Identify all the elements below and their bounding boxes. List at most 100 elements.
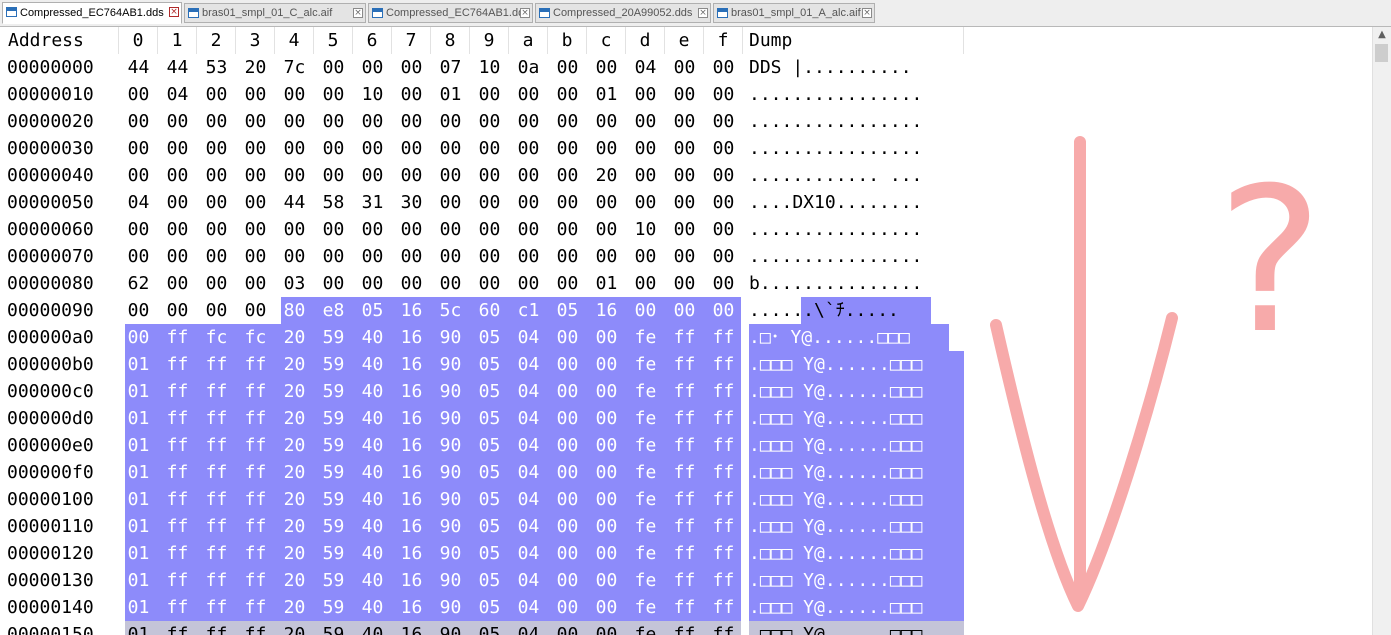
byte-cell[interactable]: 00 xyxy=(197,135,236,162)
byte-cell[interactable]: 00 xyxy=(548,594,587,621)
byte-cell[interactable]: 00 xyxy=(197,243,236,270)
byte-cell[interactable]: 90 xyxy=(431,567,470,594)
byte-cell[interactable]: ff xyxy=(236,621,275,635)
byte-cell[interactable]: 00 xyxy=(548,405,587,432)
byte-cell[interactable]: 20 xyxy=(587,162,626,189)
byte-cell[interactable]: 59 xyxy=(314,486,353,513)
byte-cell[interactable]: 00 xyxy=(236,216,275,243)
byte-cell[interactable]: 00 xyxy=(236,270,275,297)
byte-cell[interactable]: 16 xyxy=(392,324,431,351)
byte-cell[interactable]: 00 xyxy=(548,486,587,513)
ascii-dump[interactable]: DDS |.......... xyxy=(749,54,964,81)
byte-cell[interactable]: 00 xyxy=(665,135,704,162)
byte-cell[interactable]: 00 xyxy=(158,216,197,243)
byte-cell[interactable]: 62 xyxy=(119,270,158,297)
byte-cell[interactable]: 00 xyxy=(704,297,743,324)
byte-cell[interactable]: ff xyxy=(665,513,704,540)
byte-cell[interactable]: 59 xyxy=(314,405,353,432)
byte-cell[interactable]: 53 xyxy=(197,54,236,81)
byte-cell[interactable]: 00 xyxy=(314,162,353,189)
byte-cell[interactable]: 00 xyxy=(665,243,704,270)
byte-cell[interactable]: fe xyxy=(626,459,665,486)
byte-cell[interactable]: ff xyxy=(236,513,275,540)
byte-cell[interactable]: 20 xyxy=(275,432,314,459)
byte-cell[interactable]: 00 xyxy=(431,108,470,135)
ascii-dump[interactable]: .□･ Y@......□□□ xyxy=(749,324,964,351)
byte-cell[interactable]: 16 xyxy=(392,540,431,567)
byte-cell[interactable]: 00 xyxy=(587,189,626,216)
tab-3[interactable]: Compressed_EC764AB1.dds × xyxy=(368,3,533,23)
byte-cell[interactable]: 00 xyxy=(509,81,548,108)
byte-cell[interactable]: 04 xyxy=(509,621,548,635)
byte-cell[interactable]: 20 xyxy=(275,513,314,540)
byte-cell[interactable]: 00 xyxy=(548,189,587,216)
byte-cell[interactable]: 00 xyxy=(626,81,665,108)
ascii-dump[interactable]: .□□□ Y@......□□□ xyxy=(749,594,964,621)
byte-cell[interactable]: 00 xyxy=(587,351,626,378)
byte-cell[interactable]: ff xyxy=(665,351,704,378)
byte-cell[interactable]: 40 xyxy=(353,540,392,567)
byte-cell[interactable]: 00 xyxy=(665,81,704,108)
byte-cell[interactable]: 20 xyxy=(275,486,314,513)
byte-cell[interactable]: 44 xyxy=(275,189,314,216)
byte-cell[interactable]: 00 xyxy=(470,270,509,297)
byte-cell[interactable]: 90 xyxy=(431,594,470,621)
ascii-dump[interactable]: .□□□ Y@......□□□ xyxy=(749,621,964,635)
byte-cell[interactable]: 00 xyxy=(509,243,548,270)
byte-cell[interactable]: 00 xyxy=(158,162,197,189)
byte-cell[interactable]: 00 xyxy=(509,108,548,135)
byte-cell[interactable]: 20 xyxy=(275,351,314,378)
byte-cell[interactable]: ff xyxy=(197,405,236,432)
byte-cell[interactable]: 00 xyxy=(548,162,587,189)
byte-cell[interactable]: 20 xyxy=(275,459,314,486)
byte-cell[interactable]: 00 xyxy=(548,621,587,635)
byte-cell[interactable]: 00 xyxy=(587,513,626,540)
byte-cell[interactable]: e8 xyxy=(314,297,353,324)
ascii-dump[interactable]: ................ xyxy=(749,243,964,270)
byte-cell[interactable]: 00 xyxy=(314,81,353,108)
byte-cell[interactable]: 00 xyxy=(626,270,665,297)
byte-cell[interactable]: 00 xyxy=(470,243,509,270)
byte-cell[interactable]: 00 xyxy=(470,162,509,189)
byte-cell[interactable]: ff xyxy=(704,432,743,459)
byte-cell[interactable]: 10 xyxy=(470,54,509,81)
byte-cell[interactable]: 00 xyxy=(392,108,431,135)
byte-cell[interactable]: 40 xyxy=(353,513,392,540)
byte-cell[interactable]: 59 xyxy=(314,513,353,540)
byte-cell[interactable]: 01 xyxy=(587,270,626,297)
byte-cell[interactable]: fe xyxy=(626,432,665,459)
byte-cell[interactable]: 00 xyxy=(470,135,509,162)
byte-cell[interactable]: 40 xyxy=(353,432,392,459)
byte-cell[interactable]: 00 xyxy=(158,243,197,270)
byte-cell[interactable]: 20 xyxy=(275,324,314,351)
tab-2[interactable]: bras01_smpl_01_C_alc.aif × xyxy=(184,3,366,23)
byte-cell[interactable]: 00 xyxy=(353,270,392,297)
close-icon[interactable]: × xyxy=(520,8,530,18)
byte-cell[interactable]: 00 xyxy=(665,162,704,189)
byte-cell[interactable]: 01 xyxy=(119,513,158,540)
byte-cell[interactable]: 90 xyxy=(431,621,470,635)
byte-cell[interactable]: 01 xyxy=(587,81,626,108)
byte-cell[interactable]: 00 xyxy=(548,432,587,459)
byte-cell[interactable]: 00 xyxy=(587,405,626,432)
byte-cell[interactable]: 16 xyxy=(392,432,431,459)
byte-cell[interactable]: ff xyxy=(158,621,197,635)
byte-cell[interactable]: ff xyxy=(197,459,236,486)
byte-cell[interactable]: ff xyxy=(236,432,275,459)
byte-cell[interactable]: 00 xyxy=(119,243,158,270)
byte-cell[interactable]: 16 xyxy=(392,297,431,324)
byte-cell[interactable]: 01 xyxy=(119,351,158,378)
byte-cell[interactable]: ff xyxy=(158,567,197,594)
byte-cell[interactable]: 44 xyxy=(158,54,197,81)
byte-cell[interactable]: 20 xyxy=(275,378,314,405)
byte-cell[interactable]: ff xyxy=(197,432,236,459)
byte-cell[interactable]: 00 xyxy=(626,243,665,270)
tab-5[interactable]: bras01_smpl_01_A_alc.aif × xyxy=(713,3,875,23)
byte-cell[interactable]: 00 xyxy=(275,135,314,162)
byte-cell[interactable]: ff xyxy=(236,351,275,378)
byte-cell[interactable]: 59 xyxy=(314,432,353,459)
byte-cell[interactable]: 00 xyxy=(509,135,548,162)
byte-cell[interactable]: ff xyxy=(665,432,704,459)
ascii-dump[interactable]: ................ xyxy=(749,135,964,162)
scroll-up-arrow-icon[interactable]: ▲ xyxy=(1373,27,1391,43)
